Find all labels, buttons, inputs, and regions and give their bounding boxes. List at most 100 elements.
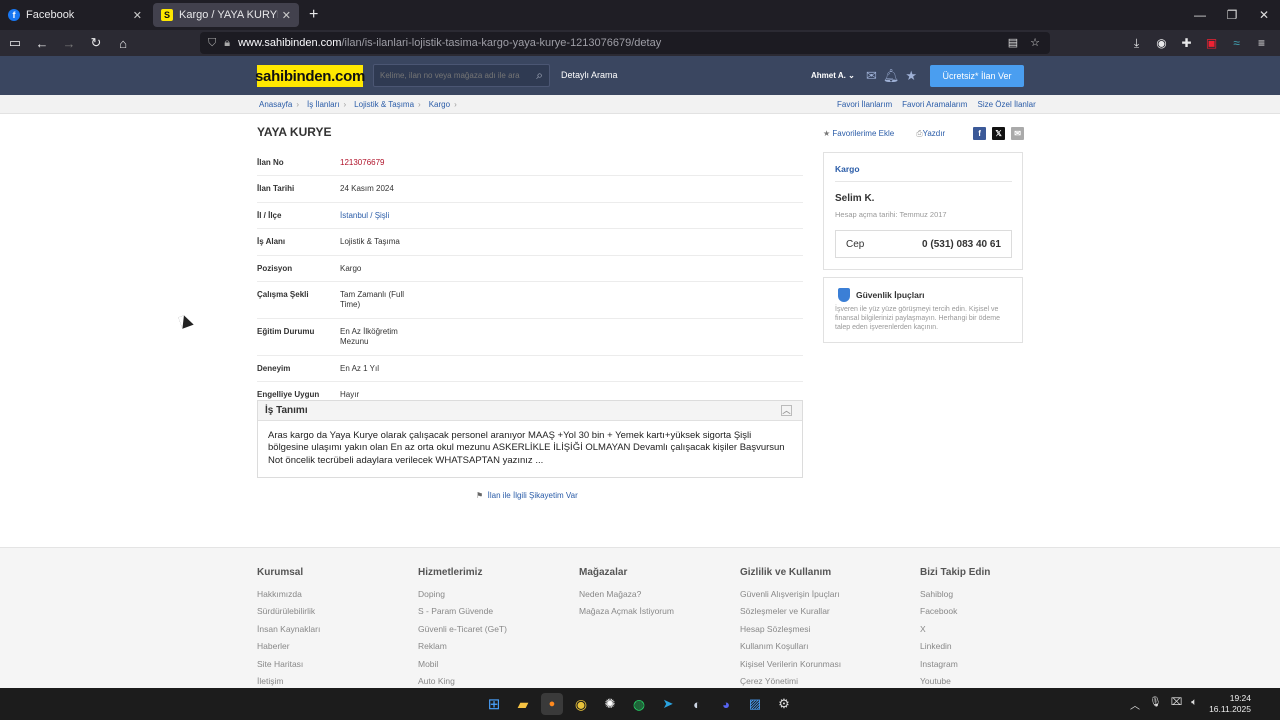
flag-icon: ⚑ bbox=[476, 491, 484, 500]
footer-link[interactable]: Hesap Sözleşmesi bbox=[740, 624, 841, 641]
email-share-icon[interactable]: ✉ bbox=[1011, 127, 1025, 140]
site-logo[interactable]: sahibinden.com bbox=[255, 65, 365, 87]
search-icon[interactable]: ⌕ bbox=[536, 68, 543, 83]
footer-link[interactable]: İnsan Kaynakları bbox=[257, 624, 320, 641]
tab-facebook[interactable]: f Facebook ✕ bbox=[0, 0, 150, 30]
footer-link[interactable]: S - Param Güvende bbox=[418, 606, 507, 623]
phone-box[interactable]: Cep 0 (531) 083 40 61 bbox=[835, 230, 1012, 258]
breadcrumb-jobs[interactable]: İş İlanları bbox=[307, 100, 339, 109]
bell-icon[interactable]: 🔔︎ bbox=[883, 68, 900, 84]
photos-icon[interactable]: ▨ bbox=[744, 693, 766, 715]
extensions-icon[interactable]: ✚ bbox=[1174, 36, 1199, 50]
back-icon[interactable]: ← bbox=[30, 31, 54, 55]
detail-value: Lojistik & Taşıma bbox=[340, 237, 400, 247]
telegram-icon[interactable]: ➤ bbox=[657, 693, 679, 715]
footer-link[interactable]: Sürdürülebilirlik bbox=[257, 606, 320, 623]
restore-icon[interactable]: ❐ bbox=[1216, 0, 1248, 30]
reader-view-icon[interactable]: ▤ bbox=[1008, 36, 1018, 49]
footer-link[interactable]: Reklam bbox=[418, 641, 507, 658]
search-box[interactable]: ⌕ bbox=[373, 64, 550, 87]
footer-link[interactable]: Mobil bbox=[418, 659, 507, 676]
seller-category[interactable]: Kargo bbox=[835, 164, 860, 174]
breadcrumb-home[interactable]: Anasayfa bbox=[259, 100, 292, 109]
footer-link[interactable]: Kullanım Koşulları bbox=[740, 641, 841, 658]
listing-details: İlan No 1213076679 İlan Tarihi 24 Kasım 20… bbox=[257, 150, 803, 407]
footer-link[interactable]: Mağaza Açmak İstiyorum bbox=[579, 606, 674, 623]
network-icon[interactable]: ⌧ bbox=[1171, 697, 1183, 712]
footer-link[interactable]: Hakkımızda bbox=[257, 589, 320, 606]
firefox-icon[interactable]: ● bbox=[541, 693, 563, 715]
footer-link[interactable]: Site Haritası bbox=[257, 659, 320, 676]
footer-link[interactable]: X bbox=[920, 624, 990, 641]
x-share-icon[interactable]: 𝕏 bbox=[992, 127, 1006, 140]
extension-badge-icon[interactable]: ▣ bbox=[1199, 36, 1224, 50]
close-icon[interactable]: ✕ bbox=[282, 9, 291, 22]
footer-link[interactable]: Facebook bbox=[920, 606, 990, 623]
special-ads-link[interactable]: Size Özel İlanlar bbox=[977, 100, 1035, 109]
bookmark-star-icon[interactable]: ☆ bbox=[1030, 36, 1040, 49]
menu-icon[interactable]: ≡ bbox=[1249, 36, 1274, 50]
post-ad-button[interactable]: Ücretsiz* İlan Ver bbox=[930, 65, 1024, 87]
footer-link[interactable]: Kişisel Verilerin Korunması bbox=[740, 659, 841, 676]
footer-link[interactable]: Sahiblog bbox=[920, 589, 990, 606]
footer-link[interactable]: Güvenli e-Ticaret (GeT) bbox=[418, 624, 507, 641]
tab-sahibinden[interactable]: S Kargo / YAYA KURYE sahibinden ✕ bbox=[153, 3, 299, 27]
chevron-up-icon[interactable]: ︿ bbox=[781, 405, 792, 416]
close-icon[interactable]: ✕ bbox=[133, 9, 142, 22]
footer-link[interactable]: Linkedin bbox=[920, 641, 990, 658]
chatgpt-icon[interactable]: ✺ bbox=[599, 693, 621, 715]
favorite-ads-link[interactable]: Favori İlanlarım bbox=[837, 100, 892, 109]
footer-link[interactable]: Sözleşmeler ve Kurallar bbox=[740, 606, 841, 623]
home-icon[interactable]: ⌂ bbox=[111, 31, 135, 55]
footer-column: Bizi Takip Edin Sahiblog Facebook X Link… bbox=[920, 567, 990, 693]
footer-link[interactable]: Instagram bbox=[920, 659, 990, 676]
close-window-icon[interactable]: ✕ bbox=[1248, 0, 1280, 30]
detail-key: Pozisyon bbox=[257, 263, 293, 273]
chrome-icon[interactable]: ◉ bbox=[570, 693, 592, 715]
clock-date: 16.11.2025 bbox=[1209, 704, 1251, 715]
footer-link[interactable]: Doping bbox=[418, 589, 507, 606]
footer-link[interactable]: Neden Mağaza? bbox=[579, 589, 674, 606]
microphone-icon[interactable]: 🎙︎ bbox=[1149, 697, 1162, 712]
windows-start-icon[interactable]: ⊞ bbox=[483, 693, 505, 715]
address-bar[interactable]: ⛉ 🔒︎ www.sahibinden.com/ilan/is-ilanlari… bbox=[200, 32, 1050, 54]
listing-title: YAYA KURYE bbox=[257, 125, 332, 139]
job-description-header[interactable]: İş Tanımı ︿ bbox=[258, 401, 802, 421]
new-tab-button[interactable]: + bbox=[309, 6, 318, 24]
breadcrumb-separator: › bbox=[296, 100, 300, 109]
seller-name[interactable]: Selim K. bbox=[835, 193, 874, 204]
breadcrumb: Anasayfa › İş İlanları › Lojistik & Taşıma… bbox=[259, 100, 461, 109]
favorite-searches-link[interactable]: Favori Aramalarım bbox=[902, 100, 967, 109]
minimize-icon[interactable]: — bbox=[1184, 0, 1216, 30]
user-menu[interactable]: Ahmet A. ⌄ bbox=[811, 71, 855, 80]
account-icon[interactable]: ◉ bbox=[1149, 36, 1174, 50]
app-icon[interactable]: ⚙ bbox=[773, 693, 795, 715]
print-button[interactable]: ⎙Yazdır bbox=[916, 129, 945, 139]
whatsapp-icon[interactable]: ◍ bbox=[628, 693, 650, 715]
search-input[interactable] bbox=[380, 71, 530, 80]
volume-icon[interactable]: 🔈︎ bbox=[1191, 697, 1197, 712]
download-icon[interactable]: ⤓ bbox=[1124, 36, 1149, 51]
footer-link[interactable]: Güvenli Alışverişin İpuçları bbox=[740, 589, 841, 606]
forward-icon[interactable]: → bbox=[57, 31, 81, 55]
report-listing-link[interactable]: ⚑ İlan ile İlgili Şikayetim Var bbox=[476, 491, 578, 500]
safety-tips-title-row[interactable]: Güvenlik İpuçları bbox=[838, 288, 925, 302]
facebook-share-icon[interactable]: f bbox=[973, 127, 987, 140]
breadcrumb-logistics[interactable]: Lojistik & Taşıma bbox=[354, 100, 414, 109]
footer-link[interactable]: Haberler bbox=[257, 641, 320, 658]
discord-icon[interactable]: ◕ bbox=[715, 693, 737, 715]
breadcrumb-cargo[interactable]: Kargo bbox=[429, 100, 450, 109]
add-favorite-button[interactable]: ★ Favorilerime Ekle bbox=[823, 129, 894, 138]
star-icon[interactable]: ★ bbox=[905, 68, 917, 84]
window-controls: — ❐ ✕ bbox=[1184, 0, 1280, 30]
reload-icon[interactable]: ↻ bbox=[84, 31, 108, 55]
detailed-search-link[interactable]: Detaylı Arama bbox=[561, 70, 618, 80]
mail-icon[interactable]: ✉ bbox=[866, 68, 877, 84]
extension-icon[interactable]: ≈ bbox=[1224, 36, 1249, 50]
sidebar-icon[interactable]: ▭ bbox=[3, 31, 27, 55]
file-explorer-icon[interactable]: ▰ bbox=[512, 693, 534, 715]
detail-value-location[interactable]: İstanbul / Şişli bbox=[340, 211, 420, 221]
chevron-up-icon[interactable]: ︿ bbox=[1130, 697, 1140, 712]
taskbar-clock[interactable]: 19:24 16.11.2025 bbox=[1209, 693, 1251, 715]
steam-icon[interactable]: ◐ bbox=[686, 693, 708, 715]
